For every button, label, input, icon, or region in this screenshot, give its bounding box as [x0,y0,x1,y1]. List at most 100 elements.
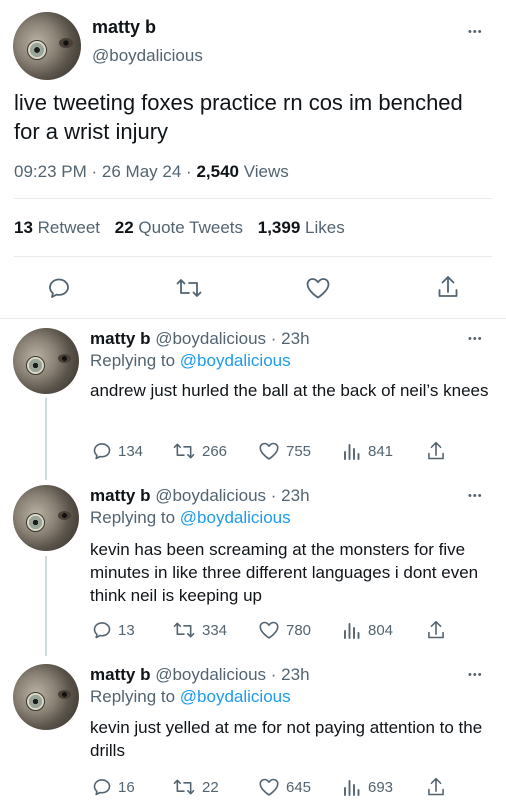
replying-to-link[interactable]: @boydalicious [180,687,291,706]
like-button[interactable]: 755 [258,441,311,461]
likes-stat[interactable]: 1,399 Likes [258,218,345,237]
retweet-count: 266 [202,442,228,460]
handle[interactable]: @boydalicious [155,486,266,505]
replying-to-link[interactable]: @boydalicious [180,351,291,370]
tweet-date[interactable]: 26 May 24 [102,162,181,181]
reply-icon [93,779,111,796]
like-count: 780 [286,621,312,639]
avatar[interactable] [13,664,79,730]
divider [14,256,492,257]
reply-text: kevin just yelled at me for not paying a… [90,718,483,760]
avatar-eye [58,354,71,363]
views-label: Views [243,162,289,181]
thread-connector [45,556,47,656]
thread-connector [45,398,47,480]
tweet-age[interactable]: 23h [281,486,309,505]
avatar-eye [58,511,71,520]
tweet-age[interactable]: 23h [281,665,309,684]
replying-to: Replying to @boydalicious [90,350,291,372]
tweet-timestamp: 09:23 PM · 26 May 24 · 2,540 Views [14,161,289,183]
avatar[interactable] [13,12,81,80]
avatar[interactable] [13,328,79,394]
views-button[interactable]: 693 [342,777,393,797]
more-options-button[interactable]: ••• [468,670,483,681]
separator-dot: · [270,329,277,348]
handle[interactable]: @boydalicious [155,329,266,348]
avatar-eye [58,690,71,699]
replying-to: Replying to @boydalicious [90,686,291,708]
retweet-button[interactable]: 334 [172,620,227,640]
like-button[interactable] [305,276,331,300]
retweet-icon [173,779,195,795]
likes-count: 1,399 [257,218,301,237]
share-button[interactable] [426,776,446,798]
like-icon [259,621,279,639]
view-count: 693 [368,778,394,796]
separator-dot: · [270,486,277,505]
more-options-button[interactable]: ••• [468,334,483,345]
tweet-stats: 13 Retweet 22 Quote Tweets 1,399 Likes [14,217,345,239]
separator-dot: · [270,665,277,684]
separator-dot: · [91,162,98,181]
reply-button[interactable]: 13 [92,620,135,640]
analytics-icon [344,444,360,460]
display-name[interactable]: matty b [90,665,150,684]
replying-label: Replying to [90,687,176,706]
quotes-label: Quote Tweets [138,218,244,237]
retweet-icon [173,622,195,638]
quotes-count: 22 [114,218,134,237]
reply-header: matty b @boydalicious · 23h [90,328,310,350]
reply-button[interactable]: 134 [92,441,143,461]
share-icon [438,276,458,297]
reply-icon [93,622,111,639]
views-count: 2,540 [196,162,239,181]
replying-to-link[interactable]: @boydalicious [180,508,291,527]
share-button[interactable] [426,440,446,462]
view-count: 804 [368,621,394,639]
reply-text: kevin has been screaming at the monsters… [90,540,479,605]
reply-count: 13 [118,621,135,639]
like-icon [306,278,330,299]
avatar-eye [59,38,73,48]
reply-button[interactable] [47,276,71,300]
retweet-count: 22 [202,778,219,796]
avatar-eye [26,513,45,532]
retweet-button[interactable] [175,276,203,300]
share-button[interactable] [436,274,460,300]
more-options-button[interactable]: ••• [468,491,483,502]
share-icon [428,441,444,460]
replying-label: Replying to [90,508,176,527]
share-button[interactable] [426,619,446,641]
retweets-stat[interactable]: 13 Retweet [14,218,105,237]
display-name[interactable]: matty b [90,486,150,505]
handle[interactable]: @boydalicious [155,665,266,684]
reply-count: 16 [118,778,135,796]
view-count: 841 [368,442,394,460]
like-button[interactable]: 645 [258,777,311,797]
like-count: 755 [286,442,312,460]
avatar-eye [27,40,47,60]
replying-label: Replying to [90,351,176,370]
tweet-age[interactable]: 23h [281,329,309,348]
reply-count: 134 [118,442,144,460]
display-name[interactable]: matty b [92,16,156,38]
views-button[interactable]: 804 [342,620,393,640]
reply-icon [49,278,69,298]
retweet-button[interactable]: 266 [172,441,227,461]
like-count: 645 [286,778,312,796]
quotes-stat[interactable]: 22 Quote Tweets [115,218,248,237]
display-name[interactable]: matty b [90,329,150,348]
avatar[interactable] [13,485,79,551]
retweet-button[interactable]: 22 [172,777,219,797]
more-options-button[interactable]: ••• [468,27,483,38]
reply-button[interactable]: 16 [92,777,135,797]
views-button[interactable]: 841 [342,441,393,461]
tweet-time[interactable]: 09:23 PM [14,162,87,181]
retweets-label: Retweet [37,218,101,237]
like-icon [259,778,279,796]
share-icon [428,620,444,639]
separator-dot: · [186,162,192,181]
divider [0,318,506,319]
like-button[interactable]: 780 [258,620,311,640]
handle[interactable]: @boydalicious [92,45,203,67]
